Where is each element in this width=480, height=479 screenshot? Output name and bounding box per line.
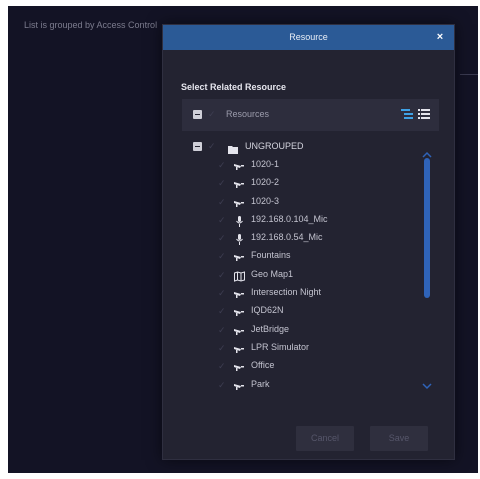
tree-item-label: IQD62N (251, 305, 284, 316)
camera-icon (234, 159, 245, 170)
camera-icon (234, 287, 245, 299)
scroll-down-icon[interactable] (422, 377, 432, 390)
tree-item-label: Intersection Night (251, 287, 322, 298)
scrollbar-thumb[interactable] (424, 158, 430, 298)
camera-icon (234, 342, 245, 353)
tree-item-label: LPR Simulator (251, 341, 310, 352)
resources-root-row[interactable]: ✓ Resources (182, 99, 439, 131)
tree-item-label: Park (251, 378, 270, 389)
camera-icon (234, 379, 245, 390)
tree-item[interactable]: ✓ 1020-2 (218, 174, 418, 192)
microphone-icon (234, 232, 245, 246)
tree-item-label: 1020-3 (251, 195, 280, 206)
list-view-icon[interactable] (417, 107, 431, 121)
checkbox-check-icon[interactable]: ✓ (218, 179, 228, 188)
tree-item-label: Geo Map1 (251, 268, 294, 279)
tree-item[interactable]: ✓ 192.168.0.54_Mic (218, 229, 418, 247)
checkbox-check-icon[interactable]: ✓ (218, 197, 228, 206)
resource-dialog: Resource × Select Related Resource ✓ Res… (162, 24, 455, 460)
resource-tree-list: ✓ 1020-1 ✓ 1020-2 ✓ 1020-3 ✓ 192.168.0.104_Mic ✓… (218, 156, 418, 394)
tree-item-label: 192.168.0.104_Mic (251, 213, 328, 224)
tree-item[interactable]: ✓ Fountains (218, 247, 418, 265)
tree-item[interactable]: ✓ Intersection Night (218, 284, 418, 302)
camera-icon (234, 250, 245, 262)
tree-item[interactable]: ✓ Park (218, 376, 418, 394)
checkbox-check-icon[interactable]: ✓ (218, 325, 228, 334)
map-icon (234, 269, 245, 282)
tree-item[interactable]: ✓ JetBridge (218, 321, 418, 339)
tree-item-label: 1020-2 (251, 177, 280, 188)
tree-item[interactable]: ✓ 1020-3 (218, 193, 418, 211)
checkbox-check-icon[interactable]: ✓ (218, 289, 228, 298)
scroll-up-icon[interactable] (422, 146, 432, 158)
camera-icon (234, 324, 245, 335)
checkbox-check-icon[interactable]: ✓ (218, 380, 228, 389)
checkbox-check-icon[interactable]: ✓ (218, 343, 228, 352)
camera-icon (234, 360, 245, 372)
checkbox-check-icon[interactable]: ✓ (218, 270, 228, 279)
folder-icon (228, 141, 238, 154)
tree-item-label: Office (251, 360, 275, 371)
tree-item-label: 1020-1 (251, 159, 280, 169)
microphone-icon (234, 214, 245, 227)
tree-item[interactable]: ✓ Geo Map1 (218, 266, 418, 284)
camera-icon (234, 177, 245, 189)
checkbox-check-icon[interactable]: ✓ (218, 252, 228, 261)
checkbox-check-icon[interactable]: ✓ (218, 362, 228, 371)
dialog-title: Resource (289, 32, 328, 42)
section-title: Select Related Resource (181, 82, 287, 92)
tree-item[interactable]: ✓ IQD62N (218, 302, 418, 320)
camera-icon (234, 196, 245, 207)
tree-item[interactable]: ✓ 192.168.0.104_Mic (218, 211, 418, 229)
checkbox-check-icon[interactable]: ✓ (218, 215, 228, 224)
cancel-button[interactable]: Cancel (296, 426, 354, 451)
close-button[interactable]: × (433, 30, 447, 44)
checkbox-check-icon[interactable]: ✓ (218, 234, 228, 243)
ungrouped-group-row[interactable]: ✓ UNGROUPED (193, 138, 393, 154)
save-button[interactable]: Save (370, 426, 428, 451)
divider (460, 74, 478, 75)
group-label: UNGROUPED (245, 141, 304, 151)
checkbox-check-icon[interactable]: ✓ (218, 307, 228, 316)
tree-item[interactable]: ✓ Office (218, 357, 418, 375)
tree-item-label: 192.168.0.54_Mic (251, 232, 323, 243)
tree-item[interactable]: ✓ LPR Simulator (218, 339, 418, 357)
grouping-hint: List is grouped by Access Control (24, 20, 158, 30)
checkbox-check-icon[interactable]: ✓ (218, 161, 228, 170)
tree-item-label: Fountains (251, 250, 291, 261)
dialog-header: Resource × (163, 25, 454, 50)
tree-item[interactable]: ✓ 1020-1 (218, 156, 418, 174)
checkbox-check-icon[interactable]: ✓ (208, 110, 218, 119)
resources-label: Resources (226, 109, 270, 119)
collapse-icon[interactable] (193, 110, 202, 119)
tree-view-icon[interactable] (400, 107, 414, 121)
tree-item-label: JetBridge (251, 323, 290, 334)
camera-icon (234, 305, 245, 317)
checkbox-check-icon[interactable]: ✓ (208, 142, 218, 151)
collapse-icon[interactable] (193, 142, 202, 151)
